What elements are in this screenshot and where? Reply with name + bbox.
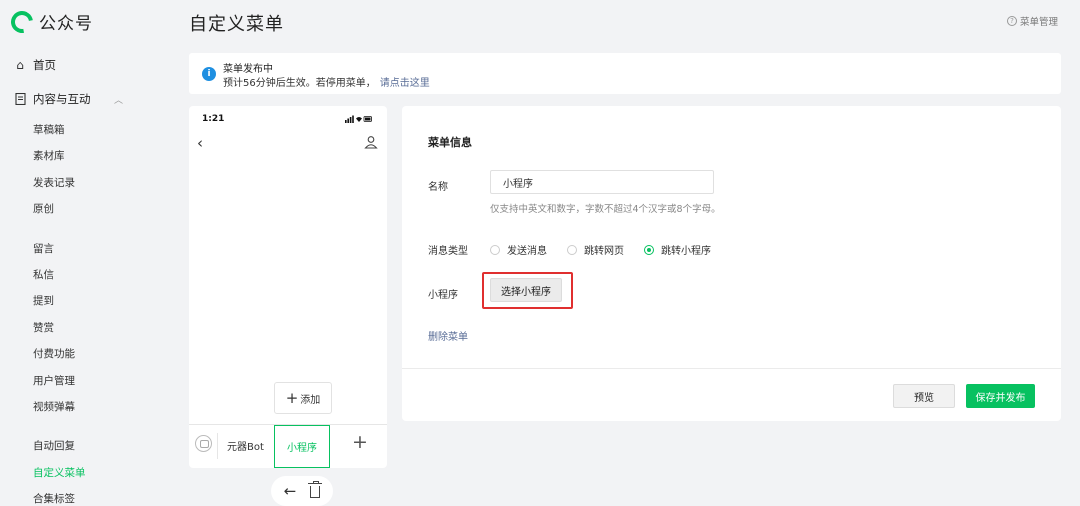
radio-jump-miniprogram[interactable]: 跳转小程序 [644,242,711,257]
menu-editor-panel: 菜单信息 名称 仅支持中英文和数字，字数不超过4个汉字或8个字母。 消息类型 发… [402,106,1061,421]
preview-button[interactable]: 预览 [893,384,955,408]
radio-circle-icon [567,244,577,255]
radio-send-message[interactable]: 发送消息 [490,242,547,257]
sidebar-item-label: 内容与互动 [33,92,91,106]
brand-name: 公众号 [39,14,93,34]
document-icon [14,93,26,105]
choose-miniprogram-button[interactable]: 选择小程序 [490,278,562,302]
sidebar-item-drafts[interactable]: 草稿箱 [33,122,65,137]
disable-menu-link[interactable]: 请点击这里 [380,78,430,89]
phone-preview: 1:21 ‹ + 添加 元器Bot 小程序 + [189,106,387,468]
menu-management-help-link[interactable]: ? 菜单管理 [1006,14,1058,28]
radio-label: 跳转小程序 [661,246,711,257]
save-publish-button[interactable]: 保存并发布 [966,384,1035,408]
notice-body: 预计56分钟后生效。若停用菜单， [223,78,376,89]
back-chevron-icon[interactable]: ‹ [197,134,203,152]
sidebar-item-mentions[interactable]: 提到 [33,293,54,308]
sidebar-item-original[interactable]: 原创 [33,201,54,216]
trash-icon[interactable] [308,481,323,498]
name-hint: 仅支持中英文和数字，字数不超过4个汉字或8个字母。 [490,204,721,215]
move-left-arrow-icon[interactable]: ← [284,482,297,500]
status-icons [345,115,373,125]
notice-text: 预计56分钟后生效。若停用菜单， 请点击这里 [223,74,430,89]
keyboard-toggle-icon[interactable] [195,435,212,452]
radio-circle-icon [490,244,500,255]
menu-name-input[interactable] [490,170,714,194]
add-menu-plus-icon[interactable]: + [352,431,368,453]
plus-icon: + [285,389,299,407]
chevron-up-icon[interactable]: ︿ [114,93,123,106]
person-icon[interactable] [364,135,378,149]
sidebar-item-paid-features[interactable]: 付费功能 [33,346,75,361]
delete-menu-link[interactable]: 删除菜单 [428,328,468,343]
sidebar-item-collection-tags[interactable]: 合集标签 [33,491,75,506]
sidebar-item-auto-reply[interactable]: 自动回复 [33,438,75,453]
brand-logo[interactable]: 公众号 [6,6,93,37]
question-icon: ? [1006,16,1017,26]
footer-divider [402,368,1061,369]
sidebar-item-home[interactable]: ⌂ 首页 [14,57,56,73]
add-submenu-button[interactable]: + 添加 [274,382,332,414]
sidebar-item-user-management[interactable]: 用户管理 [33,373,75,388]
add-label: 添加 [300,394,321,406]
sidebar-item-label: 首页 [33,58,56,72]
home-icon: ⌂ [16,58,24,72]
menu-item-miniprogram[interactable]: 小程序 [274,425,330,468]
sidebar-item-comments[interactable]: 留言 [33,241,54,256]
info-icon: i [202,67,216,81]
sidebar-item-video-danmaku[interactable]: 视频弹幕 [33,399,75,414]
radio-selected-icon [644,244,654,255]
miniprogram-label: 小程序 [428,290,458,301]
publish-notice: i 菜单发布中 预计56分钟后生效。若停用菜单， 请点击这里 [189,53,1061,94]
sidebar-item-custom-menu[interactable]: 自定义菜单 [33,465,86,480]
section-title: 菜单信息 [428,136,472,149]
divider [217,433,218,459]
radio-label: 发送消息 [507,246,547,257]
page-title: 自定义菜单 [189,14,284,35]
wechat-official-logo-icon [6,6,38,37]
name-label: 名称 [428,182,448,193]
help-link-label: 菜单管理 [1019,17,1058,28]
menu-item-tools: ← [271,476,333,506]
status-time: 1:21 [202,114,225,124]
sidebar-item-publish-records[interactable]: 发表记录 [33,175,75,190]
radio-label: 跳转网页 [584,246,624,257]
sidebar: 公众号 ⌂ 首页 内容与互动 ︿ 草稿箱 素材库 发表记录 原创 留言 私信 提… [0,0,146,506]
phone-menu-bar: 元器Bot 小程序 + [189,424,387,468]
sidebar-item-rewards[interactable]: 赞赏 [33,320,54,335]
message-type-label: 消息类型 [428,246,468,257]
radio-jump-webpage[interactable]: 跳转网页 [567,242,624,257]
menu-item-bot[interactable]: 元器Bot [227,438,264,453]
sidebar-item-content[interactable]: 内容与互动 [14,91,91,107]
sidebar-item-materials[interactable]: 素材库 [33,148,65,163]
notice-title: 菜单发布中 [223,64,273,75]
sidebar-item-messages[interactable]: 私信 [33,267,54,282]
